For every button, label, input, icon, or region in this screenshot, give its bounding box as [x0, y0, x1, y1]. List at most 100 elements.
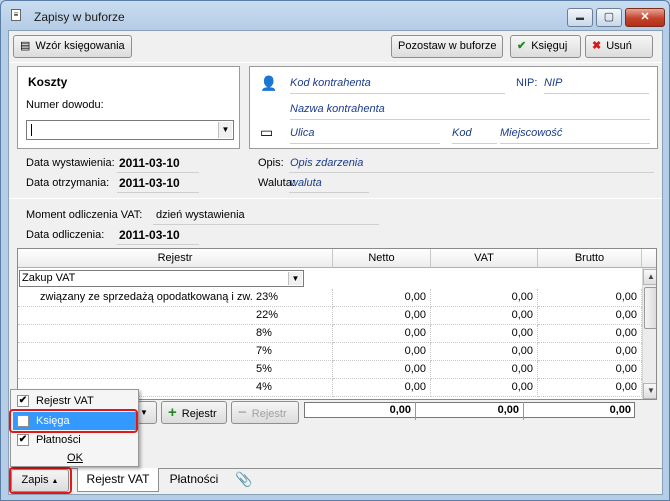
grid-cell-netto[interactable]: 0,00: [333, 307, 431, 325]
document-number-field[interactable]: ▼: [26, 120, 234, 140]
column-header-vat[interactable]: VAT: [431, 249, 538, 268]
nip-field[interactable]: NIP: [544, 77, 562, 89]
app-icon[interactable]: ≡: [11, 9, 21, 21]
tab-platnosci[interactable]: Płatności: [163, 468, 225, 492]
document-panel: Koszty Numer dowodu: ▼: [17, 66, 240, 149]
register-select-value: Zakup VAT: [22, 272, 76, 284]
deduct-date-field[interactable]: 2011-03-10: [119, 228, 180, 242]
grid-cell-vat[interactable]: 0,00: [431, 289, 538, 307]
grid-cell-rate: 5%: [252, 361, 333, 379]
register-select[interactable]: Zakup VAT ▼: [19, 270, 304, 287]
delete-button-label: Usuń: [606, 40, 632, 52]
menu-ok-button[interactable]: OK: [13, 449, 137, 467]
contractor-name-underline: [290, 119, 650, 120]
menu-item-rejestr-vat[interactable]: ✔ Rejestr VAT: [13, 392, 137, 410]
template-button[interactable]: ▤ Wzór księgowania: [13, 35, 132, 58]
menu-item-platnosci-label: Płatności: [36, 434, 81, 446]
grid-cell-netto[interactable]: 0,00: [333, 289, 431, 307]
grid-cell-brutto[interactable]: 0,00: [538, 343, 642, 361]
rejestr-vat-checkbox[interactable]: ✔: [17, 395, 29, 407]
minimize-button[interactable]: ▬: [567, 8, 593, 27]
postcode-underline: [452, 143, 497, 144]
chevron-down-icon[interactable]: ▼: [288, 272, 302, 285]
menu-item-rejestr-vat-label: Rejestr VAT: [36, 395, 94, 407]
grid-cell-vat[interactable]: 0,00: [431, 325, 538, 343]
leave-in-buffer-label: Pozostaw w buforze: [398, 40, 497, 52]
grid-cell-brutto[interactable]: 0,00: [538, 325, 642, 343]
delete-button[interactable]: ✖ Usuń: [585, 35, 653, 58]
address-card-icon[interactable]: ▭: [260, 124, 273, 141]
register-spacer-cell: [18, 343, 252, 361]
grid-cell-vat[interactable]: 0,00: [431, 379, 538, 397]
remove-register-button[interactable]: − Rejestr: [231, 401, 299, 424]
grid-cell-brutto[interactable]: 0,00: [538, 379, 642, 397]
grid-cell-netto[interactable]: 0,00: [333, 325, 431, 343]
grid-cell-vat[interactable]: 0,00: [431, 343, 538, 361]
street-field[interactable]: Ulica: [290, 127, 314, 139]
deduct-date-underline: [117, 244, 199, 245]
post-button[interactable]: ✔ Księguj: [510, 35, 581, 58]
postcode-field[interactable]: Kod: [452, 127, 472, 139]
checkmark-icon: ✔: [517, 40, 527, 52]
total-brutto: 0,00: [523, 402, 635, 420]
grid-cell-brutto[interactable]: 0,00: [538, 361, 642, 379]
vat-register-grid: Rejestr Netto VAT Brutto Zakup VAT ▼ zwi…: [17, 248, 657, 400]
nip-label: NIP:: [516, 77, 538, 89]
register-dropdown-button[interactable]: ▼: [137, 401, 157, 424]
city-underline: [500, 143, 650, 144]
register-spacer-cell: [18, 361, 252, 379]
contractor-name-field[interactable]: Nazwa kontrahenta: [290, 103, 385, 115]
grid-cell-vat[interactable]: 0,00: [431, 307, 538, 325]
person-icon[interactable]: 👤: [260, 75, 277, 92]
grid-cell-netto[interactable]: 0,00: [333, 361, 431, 379]
maximize-button[interactable]: ▢: [596, 8, 622, 27]
grid-cell-brutto[interactable]: 0,00: [538, 289, 642, 307]
city-field[interactable]: Miejscowość: [500, 127, 562, 139]
description-field[interactable]: Opis zdarzenia: [290, 157, 363, 169]
grid-scrollbar[interactable]: ▲ ▼: [642, 268, 656, 399]
scroll-down-icon[interactable]: ▼: [643, 383, 656, 399]
contractor-code-underline: [290, 93, 505, 94]
grid-cell-brutto[interactable]: 0,00: [538, 307, 642, 325]
register-spacer-cell: [18, 325, 252, 343]
close-button[interactable]: ✕: [625, 8, 665, 27]
grid-cell-netto[interactable]: 0,00: [333, 379, 431, 397]
contractor-code-field[interactable]: Kod kontrahenta: [290, 77, 371, 89]
window-title: Zapisy w buforze: [34, 10, 125, 24]
grid-cell-rate: 23%: [252, 289, 333, 307]
document-number-label: Numer dowodu:: [26, 99, 104, 111]
toolbar-separator: [9, 62, 662, 63]
received-date-label: Data otrzymania:: [26, 177, 110, 189]
grid-cell-netto[interactable]: 0,00: [333, 343, 431, 361]
menu-ok-label: OK: [67, 452, 83, 464]
platnosci-checkbox[interactable]: ✔: [17, 434, 29, 446]
column-header-brutto[interactable]: Brutto: [538, 249, 642, 268]
add-register-button[interactable]: + Rejestr: [161, 401, 227, 424]
scroll-up-icon[interactable]: ▲: [643, 269, 656, 285]
column-header-register[interactable]: Rejestr: [18, 249, 333, 268]
currency-underline: [289, 192, 369, 193]
total-netto: 0,00: [389, 404, 411, 416]
menu-item-platnosci[interactable]: ✔ Płatności: [13, 431, 137, 449]
chevron-down-icon[interactable]: ▼: [218, 122, 232, 138]
grid-cell-vat[interactable]: 0,00: [431, 361, 538, 379]
paperclip-icon[interactable]: 📎: [233, 468, 255, 492]
leave-in-buffer-button[interactable]: Pozostaw w buforze: [391, 35, 504, 58]
tab-rejestr-vat[interactable]: Rejestr VAT: [77, 468, 159, 492]
vat-moment-field[interactable]: dzień wystawienia: [156, 209, 245, 221]
received-date-field[interactable]: 2011-03-10: [119, 176, 180, 190]
title-bar[interactable]: ≡ Zapisy w buforze ▬ ▢ ✕: [1, 1, 669, 31]
section-separator: [9, 198, 662, 199]
contractor-panel: 👤 Kod kontrahenta NIP: NIP Nazwa kontrah…: [249, 66, 658, 149]
scroll-thumb[interactable]: [644, 287, 656, 329]
issue-date-field[interactable]: 2011-03-10: [119, 156, 180, 170]
plus-icon: +: [168, 404, 177, 421]
currency-field[interactable]: waluta: [290, 177, 322, 189]
grid-cell-rate: 7%: [252, 343, 333, 361]
close-icon: ✕: [640, 11, 650, 23]
document-type-title: Koszty: [28, 75, 68, 89]
text-cursor: [31, 124, 32, 136]
grid-cell-rate: 4%: [252, 379, 333, 397]
column-header-netto[interactable]: Netto: [333, 249, 431, 268]
document-icon: ▤: [20, 40, 31, 52]
